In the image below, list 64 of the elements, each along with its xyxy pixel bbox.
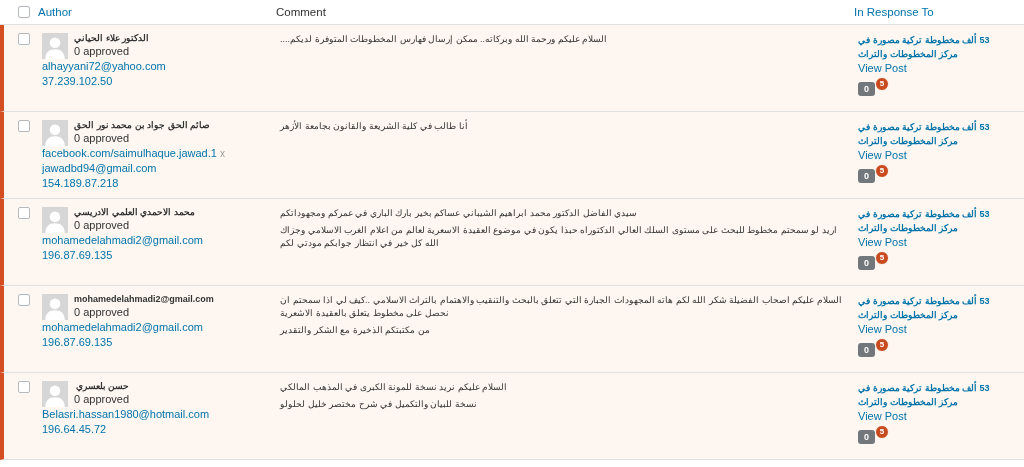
pending-count-badge[interactable]: 5: [875, 164, 889, 178]
author-name: صائم الحق جواد بن محمد نور الحق: [74, 120, 210, 130]
author-link[interactable]: 154.189.87.218: [42, 177, 119, 189]
post-link[interactable]: 53 ألف مخطوطة تركية مصورة في مركز المخطوطات والتراث: [858, 207, 1008, 235]
approved-count: 0 approved: [74, 393, 130, 405]
pending-count-badge[interactable]: 5: [875, 425, 889, 439]
pending-count-badge[interactable]: 5: [875, 77, 889, 91]
avatar-icon: [42, 33, 68, 59]
pending-count-badge[interactable]: 5: [875, 338, 889, 352]
row-checkbox[interactable]: [18, 33, 30, 45]
author-link[interactable]: facebook.com/saimulhaque.jawad.1: [42, 147, 217, 159]
pending-count-badge[interactable]: 5: [875, 251, 889, 265]
author-link[interactable]: Belasri.hassan1980@hotmail.com: [42, 408, 210, 420]
comment-text: سيدي الفاضل الدكتور محمد ابراهيم الشيباني عساكم بخير بارك الباري في عمركم ومجهوداتكم: [280, 207, 638, 220]
comment-text: نسخة للبيان والتكميل في شرح مختصر خليل لحلولو: [280, 398, 478, 411]
comment-text: السلام عليكم نريد نسخة للمونة الكبرى في المذهب المالكي: [280, 381, 508, 394]
comment-text: السلام عليكم ورحمة الله وبركاته.. ممكن إرسال فهارس المخطوطات المتوفرة لديكم....: [280, 33, 608, 46]
avatar-icon: [42, 207, 68, 233]
author-link[interactable]: mohamedelahmadi2@gmail.com: [42, 321, 203, 333]
view-post-link[interactable]: View Post: [858, 62, 907, 74]
author-link[interactable]: 37.239.102.50: [42, 75, 113, 87]
view-post-link[interactable]: View Post: [858, 149, 907, 161]
post-link[interactable]: 53 ألف مخطوطة تركية مصورة في مركز المخطوطات والتراث: [858, 381, 1008, 409]
view-post-link[interactable]: View Post: [858, 410, 907, 422]
approved-comments-bubble[interactable]: 0: [858, 343, 875, 357]
approved-comments-bubble[interactable]: 0: [858, 430, 875, 444]
view-post-link[interactable]: View Post: [858, 323, 907, 335]
approved-count: 0 approved: [74, 132, 131, 144]
avatar-icon: [42, 294, 68, 320]
author-link[interactable]: 196.64.45.72: [42, 423, 107, 435]
column-header[interactable]: Author: [38, 6, 72, 18]
author-link[interactable]: 196.87.69.135: [42, 336, 113, 348]
avatar-icon: [42, 120, 68, 146]
post-link[interactable]: 53 ألف مخطوطة تركية مصورة في مركز المخطوطات والتراث: [858, 294, 1008, 322]
remove-link[interactable]: x: [219, 148, 225, 159]
view-post-link[interactable]: View Post: [858, 236, 907, 248]
approved-comments-bubble[interactable]: 0: [858, 256, 875, 270]
approved-comments-bubble[interactable]: 0: [858, 169, 875, 183]
author-link[interactable]: jawadbd94@gmail.com: [42, 162, 157, 174]
approved-comments-bubble[interactable]: 0: [858, 82, 875, 96]
approved-count: 0 approved: [74, 45, 131, 57]
column-header: Comment: [276, 6, 326, 18]
author-name: mohamedelahmadi2@gmail.com: [74, 294, 214, 304]
post-link[interactable]: 53 ألف مخطوطة تركية مصورة في مركز المخطوطات والتراث: [858, 120, 1008, 148]
comment-text: السلام عليكم اصحاب الفضيلة شكر الله لكم هاته المجهودات الجبارة التي تتعلق بالبحث والتنقيب والاهتمام بالتراث الاسلامي ..كيف لي اذا سمحتم ان نحصل على مخطوط يتعلق بالعقيدة الاشعرية: [280, 294, 843, 320]
author-name: الدكتور علاء الحياني: [74, 33, 149, 43]
author-name: محمد الاحمدي العلمي الادريسي: [74, 207, 195, 217]
author-link[interactable]: mohamedelahmadi2@gmail.com: [42, 234, 203, 246]
author-link[interactable]: alhayyani72@yahoo.com: [42, 60, 166, 72]
post-link[interactable]: 53 ألف مخطوطة تركية مصورة في مركز المخطوطات والتراث: [858, 33, 1008, 61]
author-name: حسن بلعسري: [74, 381, 130, 391]
row-checkbox[interactable]: [18, 381, 30, 393]
column-header[interactable]: In Response To: [854, 6, 934, 18]
approved-count: 0 approved: [74, 306, 131, 318]
comment-text: أنا طالب في كلية الشريعة والقانون بجامعة الأزهر: [280, 120, 469, 133]
row-checkbox[interactable]: [18, 294, 30, 306]
comment-text: اريد لو سمحتم مخطوط للبحث على مستوى السلك العالي الدكتوراه حبذا يكون في موضوع العقيدة الاسعرية لعالم من اعلام الغرب الاسلامي وجزاك الله كل خير في انتظار جوابكم مودتي لكم: [280, 224, 838, 250]
select-all-checkbox[interactable]: [18, 6, 30, 18]
author-link[interactable]: 196.87.69.135: [42, 249, 113, 261]
comment-text: من مكتبتكم الذخيرة مع الشكر والتقدير: [280, 324, 431, 337]
row-checkbox[interactable]: [18, 207, 30, 219]
avatar-icon: [42, 381, 68, 407]
row-checkbox[interactable]: [18, 120, 30, 132]
approved-count: 0 approved: [74, 219, 131, 231]
